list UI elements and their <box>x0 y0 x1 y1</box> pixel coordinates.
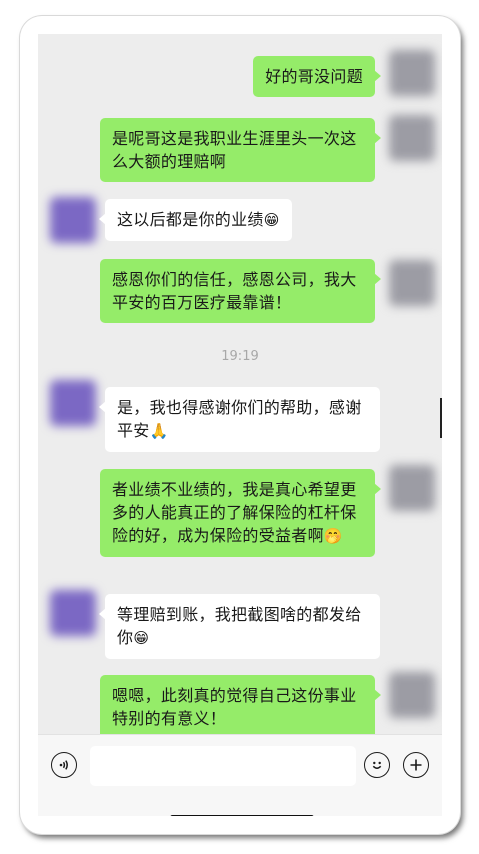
message-input[interactable] <box>90 746 356 786</box>
pray-emoji-icon: 🙏 <box>149 422 169 440</box>
message-text: 感恩你们的信任，感恩公司，我大平安的百万医疗最靠谱！ <box>112 270 357 312</box>
message-text: 者业绩不业绩的，我是真心希望更多的人能真正的了解保险的杠杆保险的好，成为保险的受… <box>112 480 357 545</box>
message-text: 嗯嗯，此刻真的觉得自己这份事业特别的有意义！ <box>112 686 357 728</box>
my-avatar[interactable] <box>389 672 435 718</box>
grin-emoji-icon: 😁 <box>133 629 150 647</box>
my-avatar[interactable] <box>389 50 435 96</box>
message-text: 好的哥没问题 <box>265 67 363 86</box>
my-avatar[interactable] <box>389 115 435 161</box>
message-bubble[interactable]: 等理赔到账，我把截图啥的都发给你😁 <box>99 594 380 659</box>
message-bubble[interactable]: 这以后都是你的业绩😁 <box>99 199 292 241</box>
emoji-icon <box>372 761 382 770</box>
emoji-button[interactable] <box>364 752 390 778</box>
contact-avatar[interactable] <box>50 590 96 636</box>
grin-emoji-icon: 😁 <box>263 211 280 229</box>
my-avatar[interactable] <box>389 465 435 511</box>
my-avatar[interactable] <box>389 260 435 306</box>
contact-avatar[interactable] <box>50 380 96 426</box>
plus-icon <box>410 759 422 771</box>
phone-frame: 好的哥没问题 是呢哥这是我职业生涯里头一次这么大额的理赔啊 这以后都是你的业绩😁… <box>20 16 460 834</box>
message-bubble[interactable]: 是，我也得感谢你们的帮助，感谢平安🙏 <box>99 387 380 452</box>
home-indicator[interactable] <box>170 815 314 816</box>
chat-screen: 好的哥没问题 是呢哥这是我职业生涯里头一次这么大额的理赔啊 这以后都是你的业绩😁… <box>38 34 442 816</box>
voice-icon <box>59 760 68 770</box>
add-button[interactable] <box>403 752 429 778</box>
message-timestamp: 19:19 <box>221 349 259 364</box>
contact-avatar[interactable] <box>50 197 96 243</box>
scrollbar-thumb[interactable] <box>440 398 442 438</box>
message-text: 等理赔到账，我把截图啥的都发给你 <box>117 605 362 647</box>
message-list[interactable]: 好的哥没问题 是呢哥这是我职业生涯里头一次这么大额的理赔啊 这以后都是你的业绩😁… <box>38 34 442 734</box>
message-bubble[interactable]: 好的哥没问题 <box>253 56 381 97</box>
voice-button[interactable] <box>51 752 77 778</box>
message-text: 是呢哥这是我职业生涯里头一次这么大额的理赔啊 <box>112 129 357 171</box>
message-bubble[interactable]: 者业绩不业绩的，我是真心希望更多的人能真正的了解保险的杠杆保险的好，成为保险的受… <box>100 469 381 557</box>
chat-input-bar <box>38 734 442 816</box>
message-bubble[interactable]: 嗯嗯，此刻真的觉得自己这份事业特别的有意义！ <box>100 675 381 734</box>
message-bubble[interactable]: 感恩你们的信任，感恩公司，我大平安的百万医疗最靠谱！ <box>100 259 381 323</box>
message-bubble[interactable]: 是呢哥这是我职业生涯里头一次这么大额的理赔啊 <box>100 118 381 182</box>
message-text: 这以后都是你的业绩 <box>117 210 264 229</box>
smirk-emoji-icon: 🤭 <box>323 527 343 545</box>
